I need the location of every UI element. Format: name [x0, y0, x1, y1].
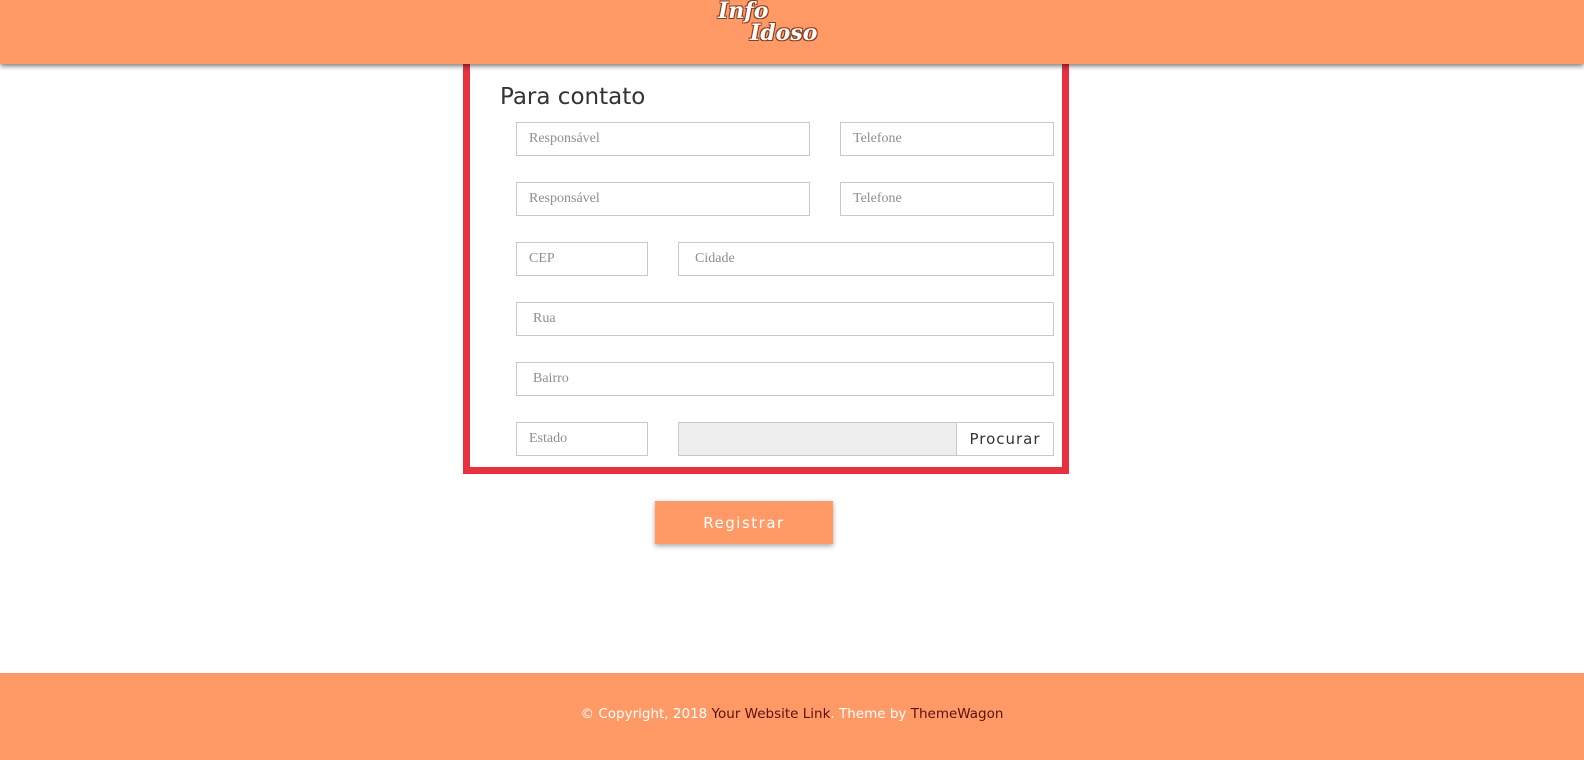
rua-field[interactable]	[516, 302, 1054, 336]
section-title: Para contato	[500, 84, 646, 110]
bairro-field[interactable]	[516, 362, 1054, 396]
search-button[interactable]: Procurar	[957, 423, 1053, 455]
header-bar: Info Idoso	[0, 0, 1584, 64]
responsavel-1-field[interactable]	[516, 122, 810, 156]
website-link[interactable]: Your Website Link	[712, 706, 831, 722]
site-logo[interactable]: Info Idoso	[716, 0, 836, 48]
logo-line-2: Idoso	[750, 20, 818, 46]
cep-field[interactable]	[516, 242, 648, 276]
telefone-2-field[interactable]	[840, 182, 1054, 216]
cidade-field[interactable]	[678, 242, 1054, 276]
estado-field[interactable]	[516, 422, 648, 456]
footer-bar: © Copyright, 2018 Your Website Link. The…	[0, 673, 1584, 760]
responsavel-2-field[interactable]	[516, 182, 810, 216]
theme-by-text: . Theme by	[830, 706, 907, 722]
page: Info Idoso Para contato Procurar Registr…	[0, 0, 1584, 760]
themewagon-link[interactable]: ThemeWagon	[911, 706, 1004, 722]
logo-line-1: Info	[718, 0, 769, 24]
register-button[interactable]: Registrar	[655, 501, 833, 544]
footer-text: © Copyright, 2018 Your Website Link. The…	[0, 706, 1584, 722]
search-group: Procurar	[678, 422, 1054, 456]
search-result-field[interactable]	[679, 423, 957, 455]
telefone-1-field[interactable]	[840, 122, 1054, 156]
copyright-text: © Copyright, 2018	[580, 706, 708, 722]
